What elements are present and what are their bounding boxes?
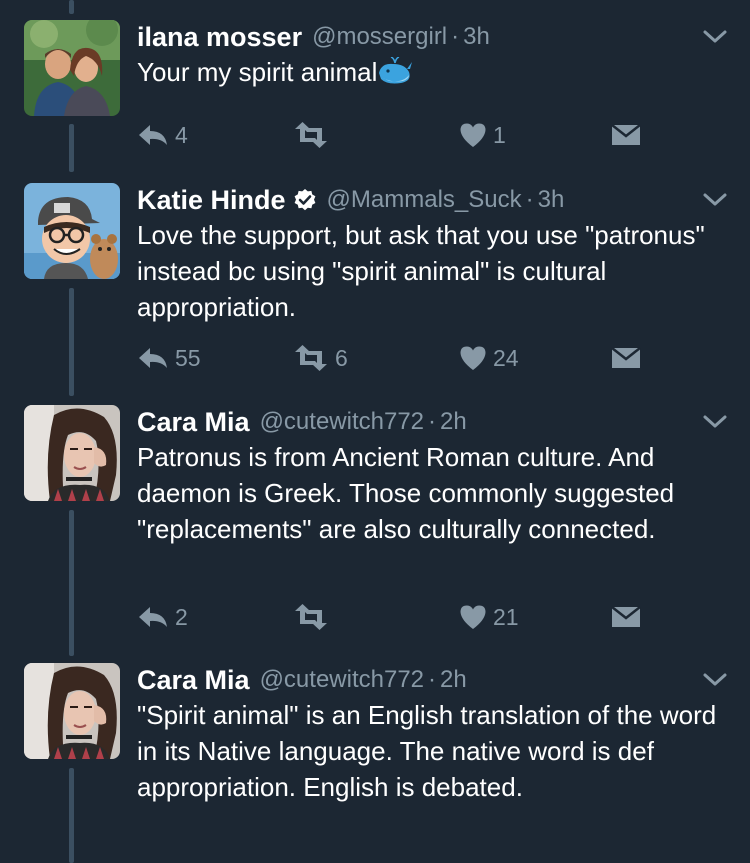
reply-button[interactable]: 2 — [137, 602, 188, 632]
like-button[interactable]: 1 — [459, 120, 506, 150]
display-name[interactable]: Cara Mia — [137, 407, 250, 438]
reply-button[interactable]: 55 — [137, 343, 201, 373]
thread-line — [69, 0, 74, 14]
reply-count: 4 — [175, 121, 188, 148]
chevron-down-icon[interactable] — [702, 28, 728, 46]
reply-count: 2 — [175, 603, 188, 630]
display-name[interactable]: Katie Hinde — [137, 185, 286, 216]
retweet-count: 6 — [335, 344, 348, 371]
tweet-actions: 4 1 — [137, 120, 657, 150]
retweet-icon — [295, 604, 327, 630]
avatar[interactable] — [24, 20, 120, 116]
timestamp[interactable]: 3h — [538, 186, 565, 214]
heart-icon — [460, 605, 486, 629]
chevron-down-icon[interactable] — [702, 413, 728, 431]
tweet-thread: ilana mosser @mossergirl · 3h Your my sp… — [0, 0, 750, 863]
like-count: 1 — [493, 121, 506, 148]
whale-emoji-icon — [379, 56, 414, 84]
reply-icon — [139, 125, 167, 145]
heart-icon — [460, 123, 486, 147]
tweet-actions: 55 6 24 — [137, 343, 657, 373]
direct-message-button[interactable] — [611, 602, 641, 632]
thread-line — [69, 768, 74, 863]
direct-message-button[interactable] — [611, 120, 641, 150]
timestamp[interactable]: 2h — [440, 408, 467, 436]
verified-badge-icon — [294, 189, 315, 211]
avatar[interactable] — [24, 183, 120, 279]
thread-line — [69, 288, 74, 396]
tweet-header: ilana mosser @mossergirl · 3h — [137, 17, 490, 57]
tweet-header: Katie Hinde @Mammals_Suck · 3h — [137, 180, 564, 220]
envelope-icon — [611, 124, 641, 145]
like-button[interactable]: 21 — [459, 602, 519, 632]
thread-line — [69, 124, 74, 172]
chevron-down-icon[interactable] — [702, 191, 728, 209]
tweet-text: Love the support, but ask that you use "… — [137, 220, 705, 322]
user-handle[interactable]: @cutewitch772 — [260, 666, 424, 694]
user-handle[interactable]: @cutewitch772 — [260, 408, 424, 436]
like-count: 24 — [493, 344, 519, 371]
reply-icon — [139, 348, 167, 368]
tweet-text: "Spirit animal" is an English translatio… — [137, 700, 717, 802]
user-handle[interactable]: @Mammals_Suck — [327, 186, 522, 214]
user-handle[interactable]: @mossergirl — [312, 23, 447, 51]
retweet-button[interactable]: 6 — [293, 343, 348, 373]
avatar[interactable] — [24, 663, 120, 759]
timestamp[interactable]: 2h — [440, 666, 467, 694]
direct-message-button[interactable] — [611, 343, 641, 373]
like-count: 21 — [493, 603, 519, 630]
reply-icon — [139, 607, 167, 627]
separator-dot: · — [428, 408, 437, 435]
separator-dot: · — [451, 23, 460, 50]
retweet-icon — [295, 122, 327, 148]
retweet-icon — [295, 345, 327, 371]
tweet-header: Cara Mia @cutewitch772 · 2h — [137, 660, 467, 700]
like-button[interactable]: 24 — [459, 343, 519, 373]
display-name[interactable]: ilana mosser — [137, 22, 302, 53]
retweet-button[interactable] — [293, 120, 335, 150]
envelope-icon — [611, 606, 641, 627]
thread-line — [69, 510, 74, 656]
retweet-button[interactable] — [293, 602, 335, 632]
avatar[interactable] — [24, 405, 120, 501]
reply-button[interactable]: 4 — [137, 120, 188, 150]
reply-count: 55 — [175, 344, 201, 371]
chevron-down-icon[interactable] — [702, 671, 728, 689]
display-name[interactable]: Cara Mia — [137, 665, 250, 696]
separator-dot: · — [525, 186, 534, 213]
tweet-text: Your my spirit animal — [137, 54, 737, 90]
tweet-text-content: Your my spirit animal — [137, 57, 378, 87]
tweet-actions: 2 21 — [137, 602, 657, 632]
timestamp[interactable]: 3h — [463, 23, 490, 51]
tweet-header: Cara Mia @cutewitch772 · 2h — [137, 402, 467, 442]
heart-icon — [460, 346, 486, 370]
envelope-icon — [611, 347, 641, 368]
separator-dot: · — [428, 666, 437, 693]
tweet-text: Patronus is from Ancient Roman culture. … — [137, 442, 675, 544]
